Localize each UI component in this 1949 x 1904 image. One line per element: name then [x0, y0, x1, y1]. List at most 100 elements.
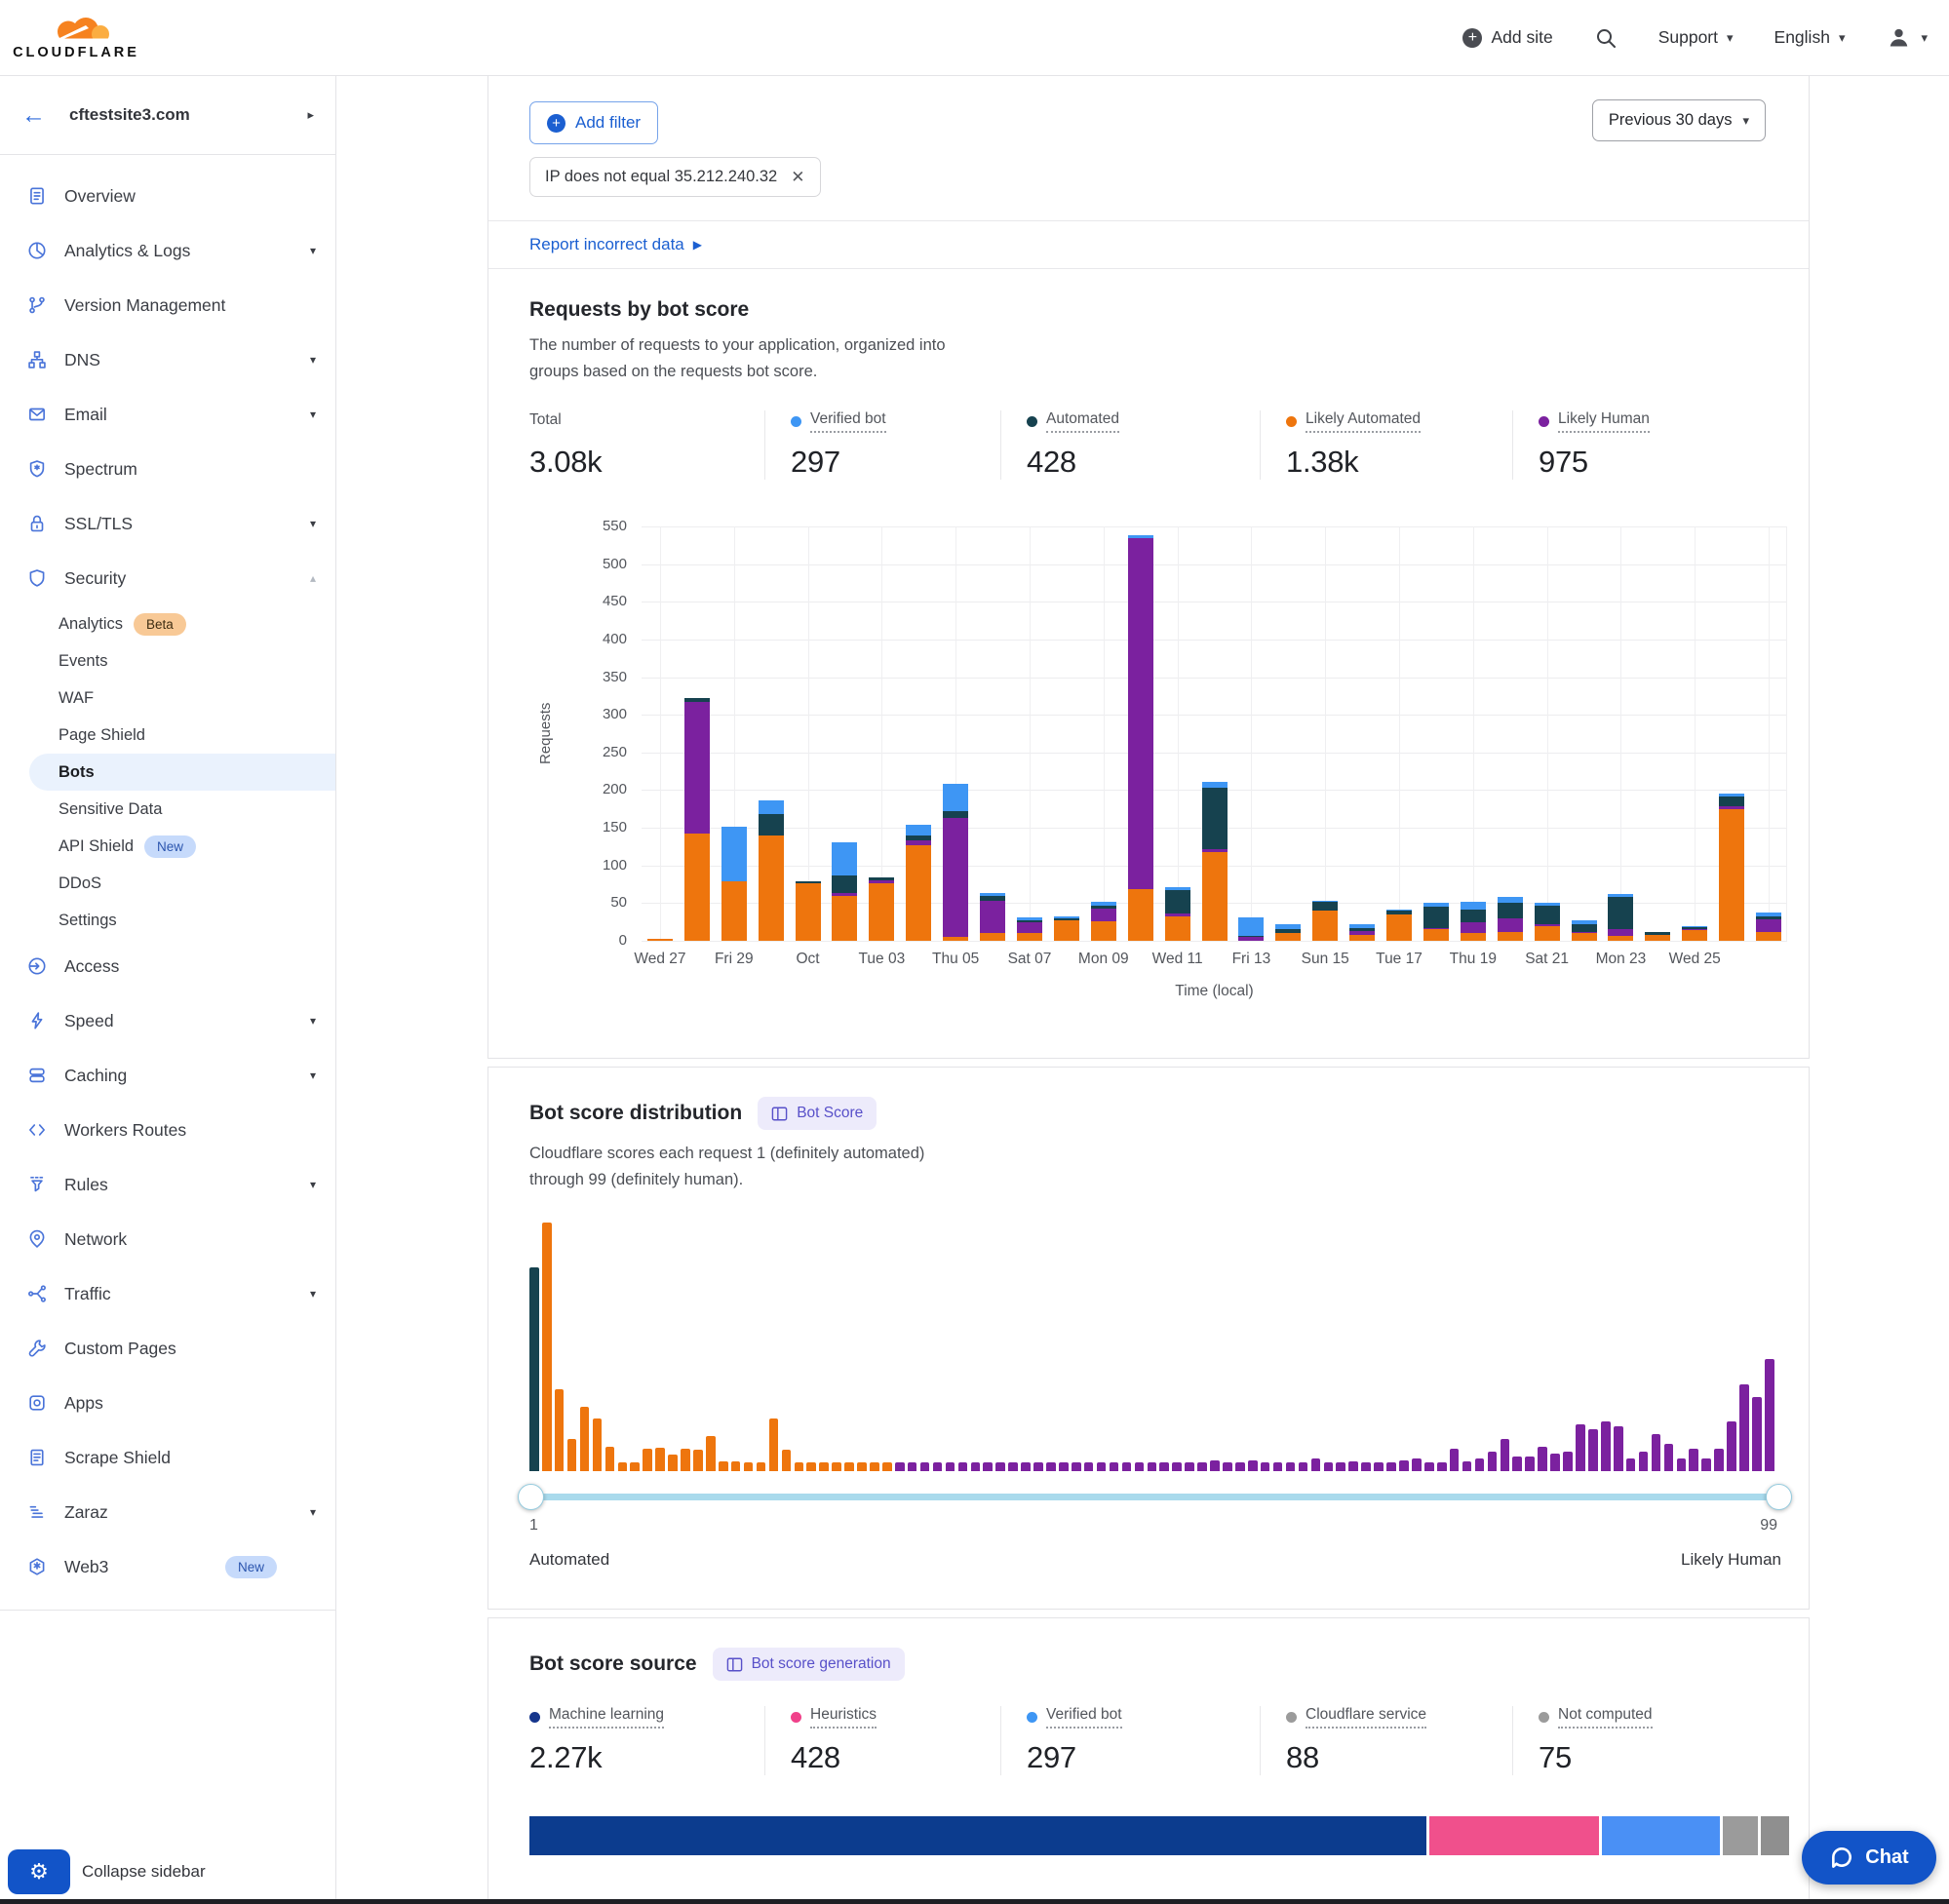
sidebar-item-dns[interactable]: DNS▾: [0, 332, 335, 387]
ssl-tls-icon: [26, 513, 48, 534]
stat-label[interactable]: Verified bot: [1046, 1706, 1122, 1729]
search-button[interactable]: [1594, 26, 1618, 50]
sidebar-item-overview[interactable]: Overview: [0, 169, 335, 223]
sidebar-item-rules[interactable]: Rules▾: [0, 1157, 335, 1212]
stat-label[interactable]: Likely Automated: [1306, 410, 1421, 433]
sidebar-item-settings[interactable]: Settings: [0, 902, 335, 939]
sidebar-item-analytics[interactable]: AnalyticsBeta: [0, 605, 335, 642]
back-arrow-icon[interactable]: ←: [21, 103, 46, 128]
cloudflare-logo[interactable]: CLOUDFLARE: [18, 16, 135, 60]
stat-value: 975: [1539, 445, 1768, 480]
time-range-value: Previous 30 days: [1609, 111, 1733, 130]
cloudflare-cloud-icon: [25, 16, 127, 47]
slider-categories: Automated Likely Human: [529, 1550, 1781, 1570]
x-tick-label: Fri 29: [715, 951, 754, 968]
sidebar-item-zaraz[interactable]: Zaraz▾: [0, 1485, 335, 1539]
plus-circle-icon: +: [1462, 28, 1482, 48]
histogram-bar: [1197, 1462, 1207, 1471]
stat-label[interactable]: Automated: [1046, 410, 1119, 433]
sidebar-item-scrape-shield[interactable]: Scrape Shield: [0, 1430, 335, 1485]
time-range-select[interactable]: Previous 30 days ▾: [1592, 99, 1766, 141]
sidebar-item-ssl-tls[interactable]: SSL/TLS▾: [0, 496, 335, 551]
histogram-bar: [593, 1418, 603, 1471]
verified-bot-legend-dot: [1027, 1712, 1037, 1723]
histogram-bar: [958, 1462, 968, 1471]
gridline: [1325, 526, 1326, 941]
gridline: [1399, 526, 1400, 941]
version-management-icon: [26, 294, 48, 316]
sidebar-item-web3[interactable]: Web3New: [0, 1539, 335, 1594]
bar-segment-likely-automated: [1498, 932, 1523, 941]
sidebar-item-api-shield[interactable]: API ShieldNew: [0, 828, 335, 865]
stat-label[interactable]: Heuristics: [810, 1706, 877, 1729]
slider-handle-max[interactable]: [1766, 1484, 1792, 1510]
y-tick-label: 0: [565, 932, 627, 949]
sidebar-item-custom-pages[interactable]: Custom Pages: [0, 1321, 335, 1376]
sidebar-item-security[interactable]: Security▴: [0, 551, 335, 605]
source-stats-row: Machine learning2.27kHeuristics428Verifi…: [529, 1706, 1768, 1775]
x-tick-label: Wed 11: [1152, 951, 1203, 968]
sidebar-item-spectrum[interactable]: Spectrum: [0, 442, 335, 496]
x-tick-label: Tue 03: [859, 951, 906, 968]
stat-label[interactable]: Verified bot: [810, 410, 886, 433]
bot-score-generation-badge[interactable]: Bot score generation: [713, 1648, 905, 1681]
sidebar-item-workers-routes[interactable]: Workers Routes: [0, 1103, 335, 1157]
site-selector[interactable]: ← cftestsite3.com ▸: [0, 76, 335, 155]
chat-button[interactable]: Chat: [1802, 1831, 1936, 1885]
stat-label[interactable]: Machine learning: [549, 1706, 664, 1729]
sidebar-item-analytics-logs[interactable]: Analytics & Logs▾: [0, 223, 335, 278]
bar-segment-verified-bot: [1461, 902, 1486, 910]
x-tick-label: Tue 17: [1376, 951, 1423, 968]
histogram-bar: [819, 1462, 829, 1471]
sidebar-item-ddos[interactable]: DDoS: [0, 865, 335, 902]
histogram-bar: [1639, 1452, 1649, 1471]
histogram-bar: [1576, 1424, 1585, 1471]
bot-score-source-section: Bot score source Bot score generation Ma…: [488, 1618, 1809, 1900]
sidebar-item-email[interactable]: Email▾: [0, 387, 335, 442]
support-menu[interactable]: Support ▾: [1658, 27, 1734, 48]
sidebar-item-speed[interactable]: Speed▾: [0, 993, 335, 1048]
histogram-bar: [757, 1462, 766, 1471]
histogram-bar: [1261, 1462, 1270, 1471]
sidebar-item-page-shield[interactable]: Page Shield: [0, 717, 335, 754]
score-histogram[interactable]: [529, 1223, 1777, 1471]
sidebar-item-access[interactable]: Access: [0, 939, 335, 993]
sidebar-item-waf[interactable]: WAF: [0, 680, 335, 717]
bar-segment-likely-automated: [906, 845, 931, 941]
close-icon[interactable]: ✕: [791, 169, 804, 185]
slider-handle-min[interactable]: [518, 1484, 544, 1510]
language-menu[interactable]: English ▾: [1774, 27, 1846, 48]
sidebar-item-traffic[interactable]: Traffic▾: [0, 1266, 335, 1321]
y-tick-label: 150: [565, 819, 627, 835]
filter-bar: + Add filter Previous 30 days ▾ IP does …: [488, 76, 1809, 220]
plot-area[interactable]: Wed 27Fri 29OctTue 03Thu 05Sat 07Mon 09W…: [642, 526, 1787, 941]
speed-icon: [26, 1010, 48, 1031]
sidebar: ← cftestsite3.com ▸ OverviewAnalytics & …: [0, 76, 336, 1904]
bot-score-badge[interactable]: Bot Score: [758, 1097, 877, 1130]
sidebar-item-apps[interactable]: Apps: [0, 1376, 335, 1430]
sidebar-item-bots[interactable]: Bots: [29, 754, 335, 791]
add-site-button[interactable]: + Add site: [1462, 27, 1552, 48]
report-incorrect-data-link[interactable]: Report incorrect data ▶: [488, 220, 1809, 268]
chart-bar: [943, 784, 968, 941]
rules-icon: [26, 1174, 48, 1195]
sidebar-item-version-management[interactable]: Version Management: [0, 278, 335, 332]
verified-bot-legend-dot: [791, 416, 801, 427]
add-filter-button[interactable]: + Add filter: [529, 101, 658, 144]
gridline: [1251, 526, 1252, 941]
stat-label[interactable]: Likely Human: [1558, 410, 1650, 433]
sidebar-item-network[interactable]: Network: [0, 1212, 335, 1266]
sidebar-item-sensitive-data[interactable]: Sensitive Data: [0, 791, 335, 828]
caret-right-icon[interactable]: ▸: [307, 107, 314, 123]
sidebar-item-caching[interactable]: Caching▾: [0, 1048, 335, 1103]
sidebar-item-events[interactable]: Events: [0, 642, 335, 680]
y-tick-label: 250: [565, 744, 627, 760]
settings-gear-button[interactable]: ⚙: [8, 1849, 70, 1894]
slider-track[interactable]: [529, 1494, 1777, 1500]
account-menu[interactable]: ▾: [1886, 24, 1928, 51]
collapse-sidebar-button[interactable]: Collapse sidebar: [82, 1862, 206, 1882]
bar-segment-likely-automated: [1572, 933, 1597, 941]
score-range-slider: [529, 1483, 1777, 1510]
stat-label[interactable]: Not computed: [1558, 1706, 1653, 1729]
stat-label[interactable]: Cloudflare service: [1306, 1706, 1426, 1729]
